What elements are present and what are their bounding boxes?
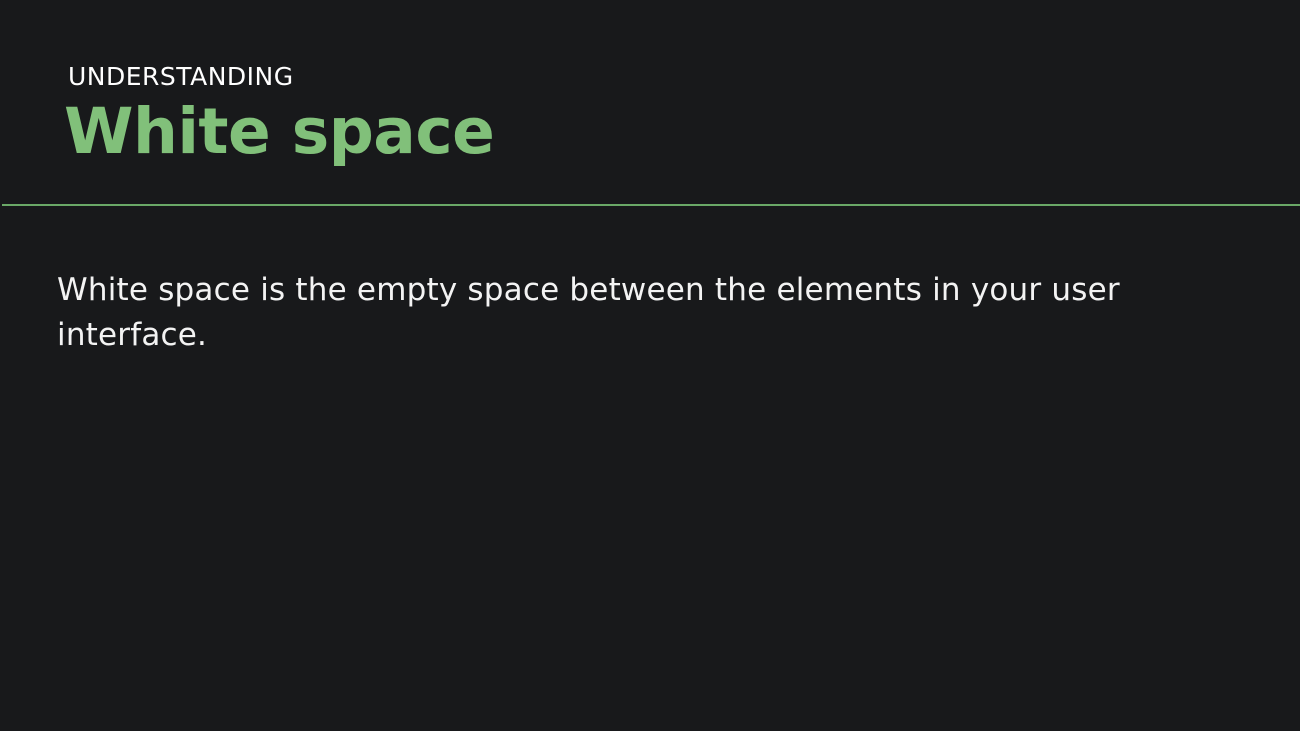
title-divider (2, 204, 1300, 206)
section-eyebrow: UNDERSTANDING (68, 62, 294, 91)
slide: — — — —— — —— — ——— ——— —— — —— —— —— ——… (0, 0, 1300, 731)
body-paragraph: White space is the empty space between t… (57, 272, 1120, 353)
slide-title: White space (64, 95, 495, 168)
cropped-caption-strip: — — — —— — —— — ——— ——— —— — —— —— —— ——… (314, 0, 1100, 4)
